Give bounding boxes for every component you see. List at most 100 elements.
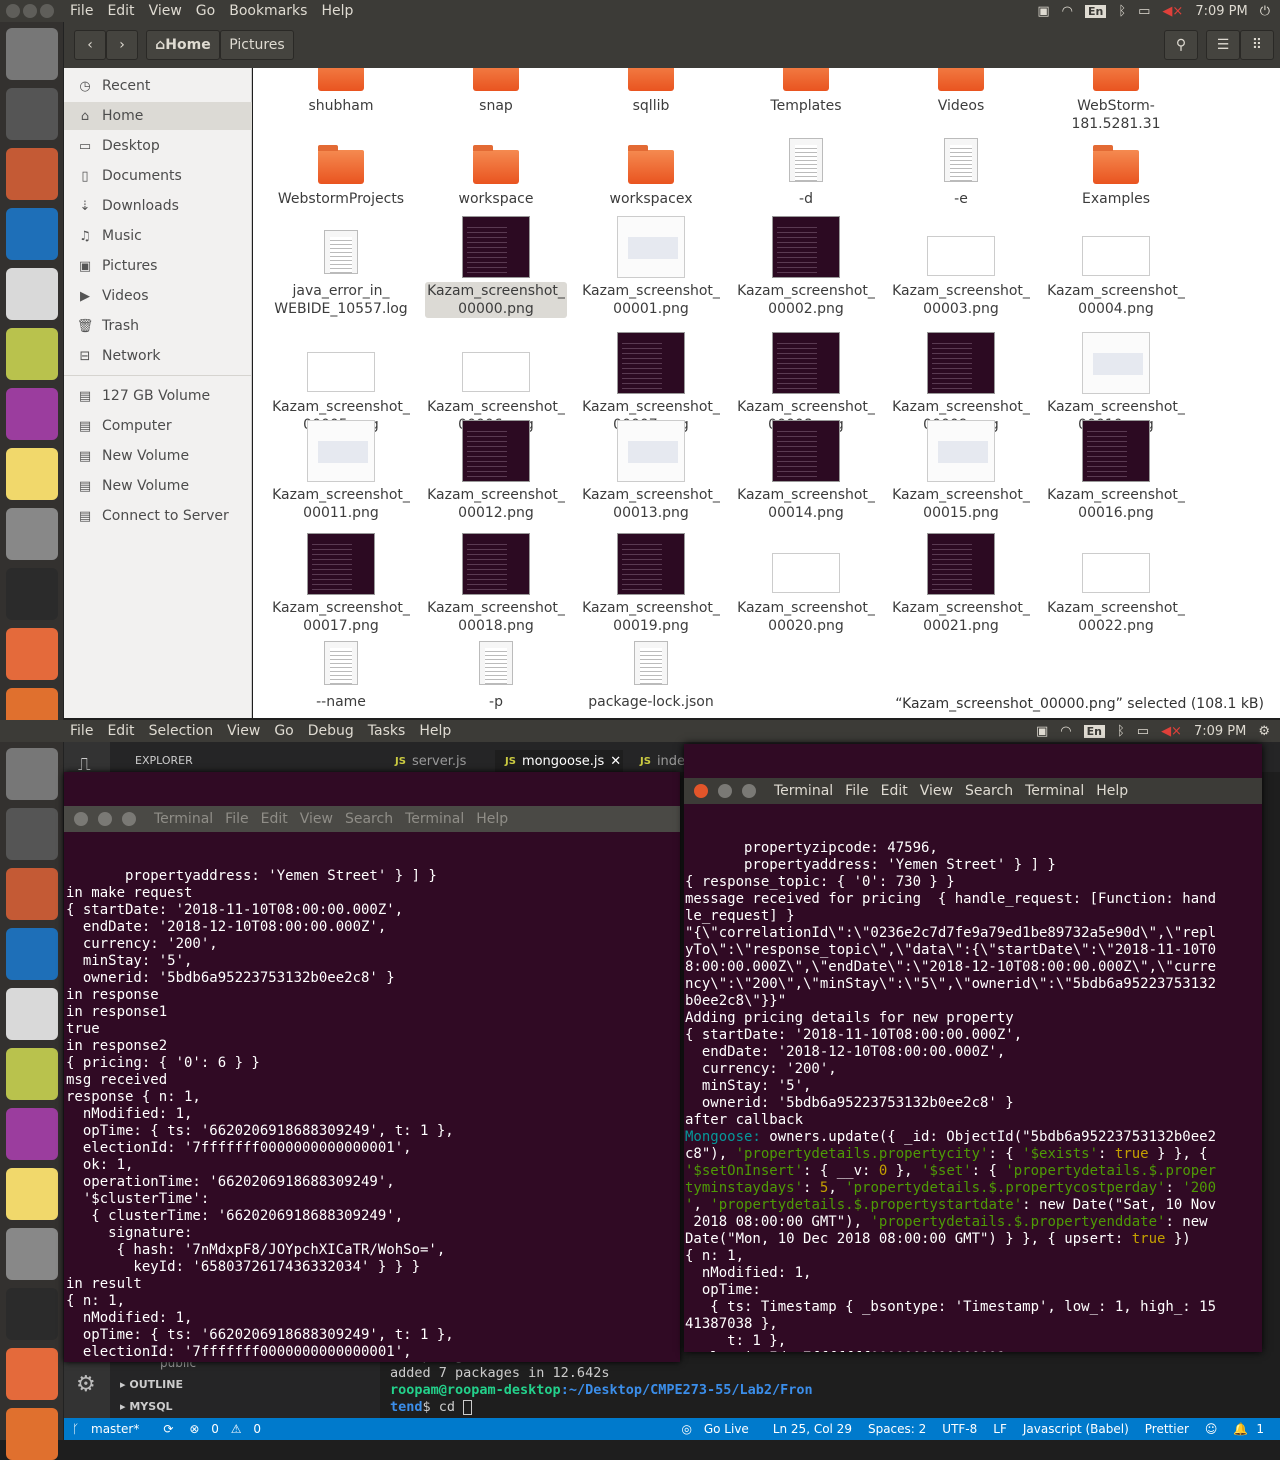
sync-icon[interactable]: ⟳	[163, 1422, 173, 1436]
file-item[interactable]: WebStorm- 181.5281.31	[1041, 68, 1191, 137]
go-live-button[interactable]: ◎ Go Live	[682, 1422, 757, 1436]
power-icon[interactable]: ⏻	[1260, 4, 1270, 19]
file-item[interactable]: Kazam_screenshot_ 00014.png	[731, 420, 881, 526]
launcher-workspaces[interactable]	[6, 88, 58, 140]
terminal-menu-help[interactable]: Help	[476, 811, 508, 828]
file-item[interactable]: --name	[266, 633, 416, 718]
encoding[interactable]: UTF-8	[942, 1422, 977, 1436]
terminal-menu-file[interactable]: File	[845, 783, 868, 800]
back-button[interactable]: ‹	[74, 30, 106, 60]
sidebar-item-home[interactable]: ⌂ Home	[64, 102, 252, 130]
feedback-smiley-icon[interactable]: ☺	[1205, 1422, 1218, 1436]
file-item[interactable]: Kazam_screenshot_ 00021.png	[886, 533, 1036, 639]
file-item[interactable]: Kazam_screenshot_ 00000.png	[421, 216, 571, 322]
close-button[interactable]	[694, 784, 708, 798]
menu-item-go[interactable]: Go	[274, 723, 293, 739]
menu-item-selection[interactable]: Selection	[149, 723, 214, 739]
launcher-terminal[interactable]	[6, 568, 58, 620]
sidebar-item-network[interactable]: ⊟ Network	[64, 342, 252, 370]
launcher-ubuntu-dash[interactable]	[6, 748, 58, 800]
cursor-position[interactable]: Ln 25, Col 29	[773, 1422, 852, 1436]
launcher-text-editor[interactable]	[6, 508, 58, 560]
launcher-image-viewer[interactable]	[6, 1048, 58, 1100]
tab-mongoose-js[interactable]: JS mongoose.js ✕	[495, 750, 623, 772]
menu-item-file[interactable]: File	[70, 723, 93, 739]
forward-button[interactable]: ›	[106, 30, 138, 60]
minimize-button[interactable]	[98, 812, 112, 826]
sidebar-item-music[interactable]: ♫ Music	[64, 222, 252, 250]
terminal-menu-search[interactable]: Search	[345, 811, 393, 828]
wifi-icon[interactable]: ◠	[1060, 724, 1071, 739]
menu-item-help[interactable]: Help	[321, 3, 353, 19]
system-tray[interactable]: ▣ ◠ En ᛒ ▭ ◀× 7:09 PM ⚙	[1036, 720, 1270, 742]
terminal-menu-edit[interactable]: Edit	[881, 783, 908, 800]
git-branch[interactable]: ᚴ master*	[72, 1422, 147, 1436]
camera-icon[interactable]: ▣	[1037, 4, 1049, 19]
line-ending[interactable]: LF	[993, 1422, 1007, 1436]
problems-indicator[interactable]: ⊗ 0 ⚠ 0	[189, 1422, 269, 1436]
sidebar-item-new-volume[interactable]: ▤ New Volume	[64, 442, 252, 470]
menu-item-view[interactable]: View	[149, 3, 182, 19]
language-mode[interactable]: Javascript (Babel)	[1023, 1422, 1129, 1436]
file-item[interactable]: Videos	[886, 68, 1036, 137]
settings-gear-icon[interactable]: ⚙	[76, 1372, 96, 1397]
notifications[interactable]: 🔔 1	[1233, 1422, 1272, 1436]
sidebar-item-trash[interactable]: 🗑 Trash	[64, 312, 252, 340]
menu-item-view[interactable]: View	[227, 723, 260, 739]
file-item[interactable]: Kazam_screenshot_ 00003.png	[886, 222, 1036, 322]
file-item[interactable]: Kazam_screenshot_ 00020.png	[731, 539, 881, 639]
launcher-kazam[interactable]	[6, 1348, 58, 1400]
file-item[interactable]: Kazam_screenshot_ 00004.png	[1041, 222, 1191, 322]
file-item[interactable]: shubham	[266, 68, 416, 137]
outline-section[interactable]: ▸ OUTLINE	[120, 1378, 183, 1391]
mysql-section[interactable]: ▸ MYSQL	[120, 1400, 173, 1413]
grid-view-button[interactable]: ⠿	[1240, 30, 1274, 60]
terminal-menu-view[interactable]: View	[920, 783, 953, 800]
file-item[interactable]: -p	[421, 633, 571, 718]
terminal-menu-terminal[interactable]: Terminal	[774, 783, 833, 800]
menu-item-debug[interactable]: Debug	[308, 723, 354, 739]
terminal-menu-view[interactable]: View	[300, 811, 333, 828]
file-item[interactable]: Examples	[1041, 130, 1191, 230]
terminal-menu-terminal[interactable]: Terminal	[405, 811, 464, 828]
file-item[interactable]: Kazam_screenshot_ 00013.png	[576, 420, 726, 526]
bluetooth-icon[interactable]: ᛒ	[1117, 724, 1125, 739]
launcher-text-editor[interactable]	[6, 1228, 58, 1280]
file-item[interactable]: Kazam_screenshot_ 00016.png	[1041, 420, 1191, 526]
launcher-vs-code[interactable]	[6, 208, 58, 260]
file-item[interactable]: workspace	[421, 130, 571, 230]
file-item[interactable]: Kazam_screenshot_ 00018.png	[421, 533, 571, 639]
maximize-button[interactable]	[742, 784, 756, 798]
menu-item-bookmarks[interactable]: Bookmarks	[229, 3, 307, 19]
menu-item-file[interactable]: File	[70, 3, 93, 19]
file-item[interactable]: Kazam_screenshot_ 00022.png	[1041, 539, 1191, 639]
bluetooth-icon[interactable]: ᛒ	[1118, 4, 1126, 19]
menu-item-go[interactable]: Go	[196, 3, 215, 19]
file-item[interactable]: workspacex	[576, 130, 726, 230]
sidebar-item-connect-to-server[interactable]: ▤ Connect to Server	[64, 502, 252, 530]
launcher-terminal[interactable]	[6, 1288, 58, 1340]
sidebar-item-computer[interactable]: ▤ Computer	[64, 412, 252, 440]
terminal-window-left[interactable]: Terminal File Edit View Search Terminal Help p…	[64, 772, 680, 1362]
file-item[interactable]: snap	[421, 68, 571, 137]
launcher-kazam[interactable]	[6, 628, 58, 680]
window-controls[interactable]	[6, 4, 54, 18]
file-item[interactable]: Kazam_screenshot_ 00015.png	[886, 420, 1036, 526]
volume-muted-icon[interactable]: ◀×	[1161, 724, 1182, 739]
system-tray[interactable]: ▣ ◠ En ᛒ ▭ ◀× 7:09 PM ⏻	[1037, 0, 1270, 22]
file-item[interactable]: Templates	[731, 68, 881, 137]
terminal-menu-edit[interactable]: Edit	[261, 811, 288, 828]
file-item[interactable]: Kazam_screenshot_ 00001.png	[576, 216, 726, 322]
maximize-button[interactable]	[122, 812, 136, 826]
file-item[interactable]: Kazam_screenshot_ 00019.png	[576, 533, 726, 639]
file-item[interactable]: -e	[886, 130, 1036, 230]
file-item[interactable]: Kazam_screenshot_ 00011.png	[266, 420, 416, 526]
launcher-vs-code[interactable]	[6, 928, 58, 980]
launcher-firefox[interactable]	[6, 1408, 58, 1460]
launcher-chrome[interactable]	[6, 268, 58, 320]
indentation[interactable]: Spaces: 2	[868, 1422, 926, 1436]
file-item[interactable]: -d	[731, 130, 881, 230]
terminal-menu-file[interactable]: File	[225, 811, 248, 828]
menu-item-edit[interactable]: Edit	[107, 723, 134, 739]
clock[interactable]: 7:09 PM	[1195, 4, 1247, 19]
